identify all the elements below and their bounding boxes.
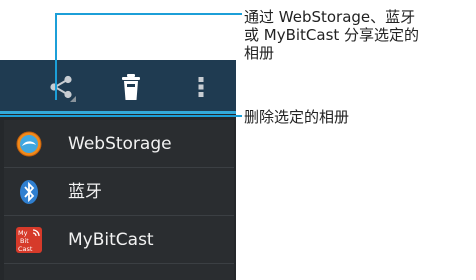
action-bar-underline: [0, 111, 236, 114]
album-screen: WebStorage 蓝牙 My Bit Cast MyBitCast: [0, 60, 236, 280]
menu-item-bluetooth[interactable]: 蓝牙: [4, 168, 234, 216]
action-bar: [0, 60, 236, 114]
mybitcast-icon: My Bit Cast: [16, 227, 42, 253]
webstorage-icon: [16, 131, 42, 157]
share-callout-line1: 通过 WebStorage、蓝牙: [244, 8, 416, 26]
menu-item-label: WebStorage: [68, 134, 172, 154]
share-menu: WebStorage 蓝牙 My Bit Cast MyBitCast: [4, 120, 234, 280]
share-callout-line2: 或 MyBitCast 分享选定的: [244, 26, 420, 44]
share-callout: 通过 WebStorage、蓝牙 或 MyBitCast 分享选定的 相册: [244, 8, 419, 62]
menu-item-label: MyBitCast: [68, 230, 154, 250]
share-icon[interactable]: [46, 72, 76, 102]
menu-item-mybitcast[interactable]: My Bit Cast MyBitCast: [4, 216, 234, 264]
mybitcast-icon-my: My: [18, 229, 28, 237]
menu-item-webstorage[interactable]: WebStorage: [4, 120, 234, 168]
delete-icon[interactable]: [116, 72, 146, 102]
delete-callout: 删除选定的相册: [244, 108, 350, 126]
bluetooth-icon: [20, 180, 38, 204]
menu-item-label: 蓝牙: [68, 182, 102, 202]
mybitcast-icon-bit: Bit: [20, 237, 29, 245]
share-callout-line3: 相册: [244, 44, 275, 62]
overflow-menu-icon[interactable]: [186, 72, 216, 102]
mybitcast-icon-cast: Cast: [18, 245, 33, 253]
